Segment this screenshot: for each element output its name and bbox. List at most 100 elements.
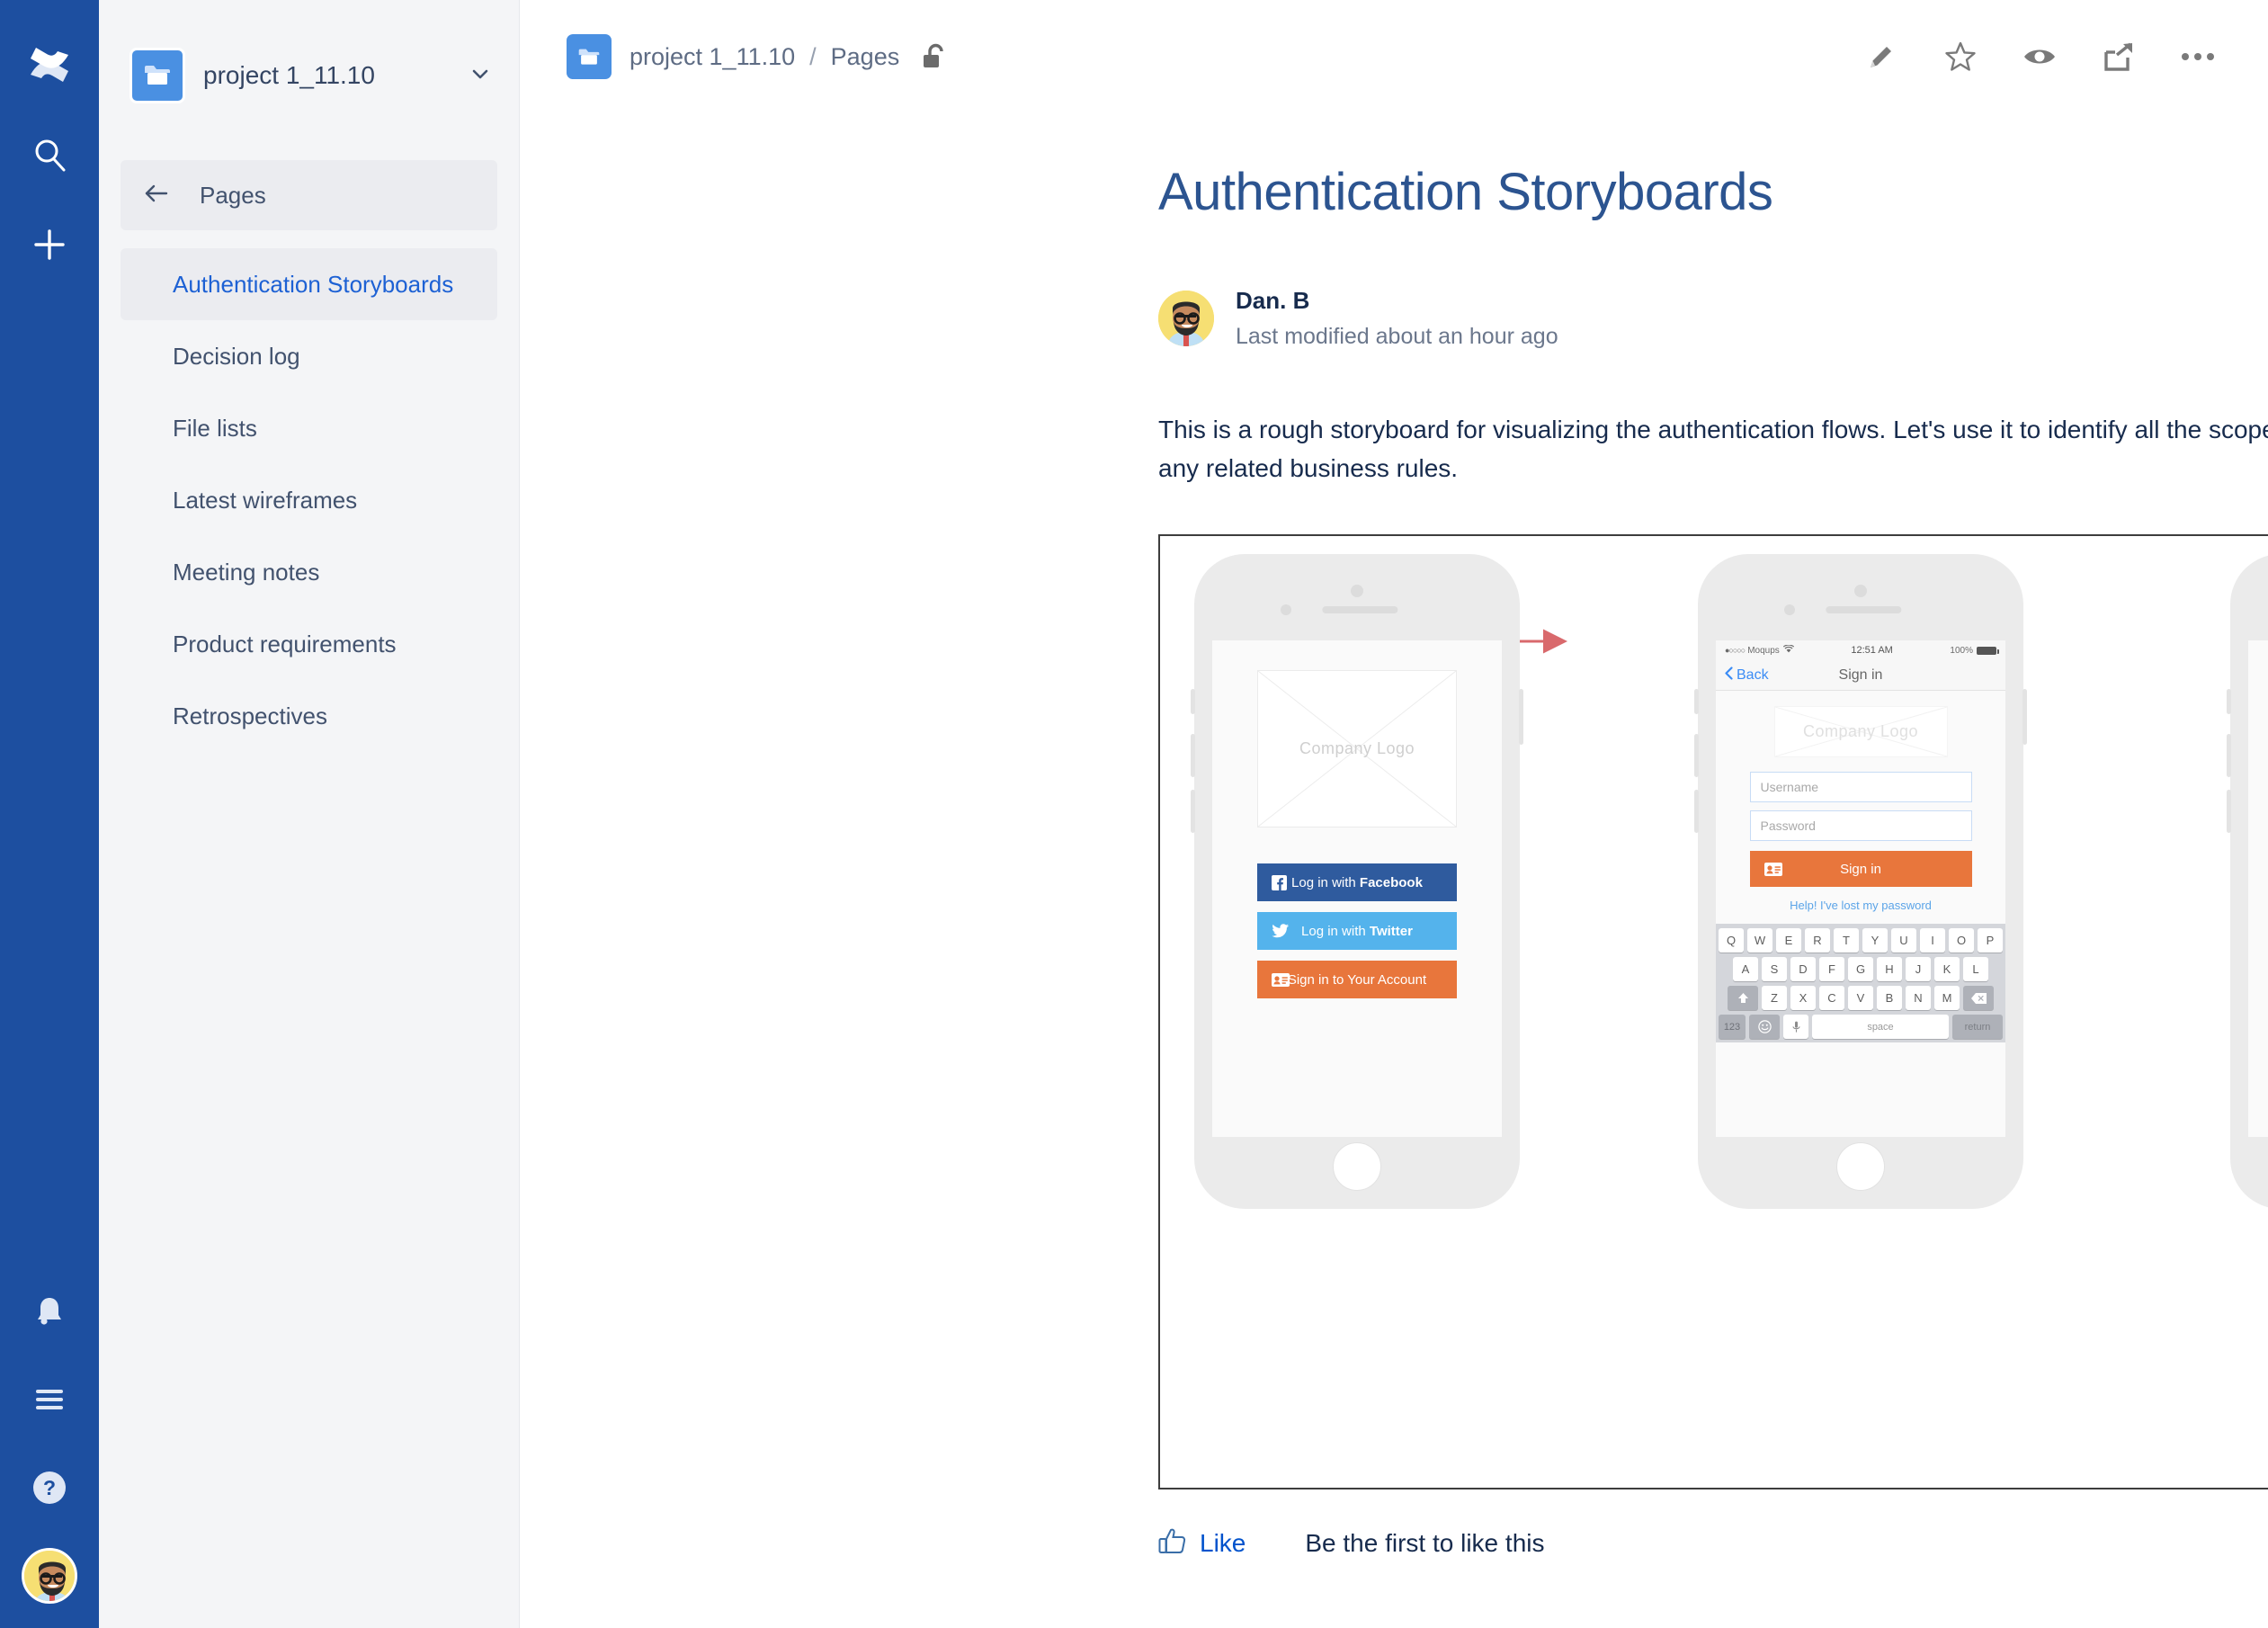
key-k[interactable]: K bbox=[1934, 957, 1960, 982]
create-icon[interactable] bbox=[17, 212, 82, 277]
pages-header-label: Pages bbox=[200, 181, 266, 209]
key-n[interactable]: N bbox=[1906, 986, 1931, 1011]
space-header[interactable]: project 1_11.10 bbox=[99, 0, 519, 113]
space-key[interactable]: space bbox=[1812, 1015, 1949, 1040]
key-e[interactable]: E bbox=[1776, 928, 1801, 953]
global-navigation-rail: ? bbox=[0, 0, 99, 1628]
microphone-icon[interactable] bbox=[1783, 1015, 1808, 1040]
page-byline: Dan. B Last modified about an hour ago bbox=[1158, 287, 2268, 350]
key-d[interactable]: D bbox=[1790, 957, 1816, 982]
sidebar-item-retrospectives[interactable]: Retrospectives bbox=[121, 680, 497, 752]
username-input[interactable]: Username bbox=[1749, 772, 1972, 803]
key-p[interactable]: P bbox=[1978, 928, 2003, 953]
backspace-icon[interactable] bbox=[1963, 986, 1994, 1011]
key-m[interactable]: M bbox=[1934, 986, 1960, 1011]
confluence-app: ? project 1_11.10 Pages Authentication S… bbox=[0, 0, 2268, 1628]
pages-back-header[interactable]: Pages bbox=[121, 160, 497, 230]
key-c[interactable]: C bbox=[1819, 986, 1844, 1011]
numbers-key[interactable]: 123 bbox=[1719, 1015, 1746, 1040]
like-button[interactable]: Like bbox=[1158, 1527, 1246, 1559]
login-twitter-button[interactable]: Log in with Twitter bbox=[1257, 912, 1457, 951]
confluence-logo-icon[interactable] bbox=[17, 32, 82, 97]
phone-volume-up-button bbox=[2227, 734, 2231, 778]
keyboard-row-1: Q W E R T Y U I O P bbox=[1719, 928, 2003, 953]
phone-camera-icon bbox=[1351, 585, 1363, 598]
like-count-note: Be the first to like this bbox=[1305, 1528, 1545, 1557]
breadcrumb-pages-link[interactable]: Pages bbox=[831, 43, 900, 71]
shift-icon[interactable] bbox=[1728, 986, 1758, 1011]
phone-volume-down-button bbox=[1191, 790, 1195, 834]
return-key[interactable]: return bbox=[1952, 1015, 2003, 1040]
sidebar-item-label: Retrospectives bbox=[173, 702, 327, 729]
author-name[interactable]: Dan. B bbox=[1236, 287, 1558, 315]
back-label: Back bbox=[1737, 666, 1769, 683]
key-q[interactable]: Q bbox=[1719, 928, 1744, 953]
signin-account-button[interactable]: Sign in to Your Account bbox=[1257, 961, 1457, 999]
sidebar-item-product-requirements[interactable]: Product requirements bbox=[121, 608, 497, 680]
lost-password-link[interactable]: Help! I've lost my password bbox=[1750, 899, 1972, 912]
space-name-label: project 1_11.10 bbox=[203, 61, 375, 89]
password-input[interactable]: Password bbox=[1749, 810, 1972, 842]
phone-volume-up-button bbox=[1694, 734, 1699, 778]
keyboard-row-4: 123 space return bbox=[1719, 1015, 2003, 1040]
rail-bottom-group: ? bbox=[0, 1279, 99, 1608]
key-l[interactable]: L bbox=[1963, 957, 1988, 982]
signin-submit-button[interactable]: Sign in bbox=[1749, 851, 1972, 888]
key-g[interactable]: G bbox=[1848, 957, 1873, 982]
ios-keyboard: Q W E R T Y U I O P A S D F G H J K L Z … bbox=[1716, 924, 2005, 1043]
help-icon[interactable]: ? bbox=[17, 1455, 82, 1520]
key-t[interactable]: T bbox=[1834, 928, 1859, 953]
phone-home-button bbox=[1333, 1142, 1381, 1192]
breadcrumb-space-icon[interactable] bbox=[567, 34, 612, 79]
space-sidebar: project 1_11.10 Pages Authentication Sto… bbox=[99, 0, 520, 1628]
notifications-bell-icon[interactable] bbox=[17, 1279, 82, 1344]
key-w[interactable]: W bbox=[1747, 928, 1772, 953]
phone-silent-switch bbox=[2227, 689, 2231, 715]
sidebar-item-authentication-storyboards[interactable]: Authentication Storyboards bbox=[121, 248, 497, 320]
profile-avatar[interactable] bbox=[17, 1543, 82, 1608]
storyboard-diagram: Sign in Products bbox=[1158, 534, 2268, 1490]
phone2-screen: ●○○○○ Moqups 12:51 AM 100% Back Sign in … bbox=[1716, 640, 2005, 1138]
thumbs-up-icon bbox=[1158, 1527, 1187, 1559]
key-z[interactable]: Z bbox=[1762, 986, 1787, 1011]
phone-mockup-login-options: Company Logo Log in with Facebook Log in… bbox=[1191, 554, 1523, 1210]
phone-camera-icon bbox=[1854, 585, 1867, 598]
sidebar-item-latest-wireframes[interactable]: Latest wireframes bbox=[121, 464, 497, 536]
breadcrumb-space-label[interactable]: project 1_11.10 bbox=[630, 43, 795, 71]
phone-power-button bbox=[1519, 689, 1523, 746]
sidebar-item-file-lists[interactable]: File lists bbox=[121, 392, 497, 464]
search-icon[interactable] bbox=[17, 122, 82, 187]
username-placeholder: Username bbox=[1760, 780, 1819, 795]
chevron-down-icon[interactable] bbox=[469, 62, 492, 90]
sidebar-item-label: File lists bbox=[173, 414, 257, 442]
svg-text:?: ? bbox=[43, 1476, 56, 1499]
key-h[interactable]: H bbox=[1877, 957, 1902, 982]
login-facebook-button[interactable]: Log in with Facebook bbox=[1257, 863, 1457, 902]
unlock-icon[interactable] bbox=[921, 42, 948, 71]
key-r[interactable]: R bbox=[1805, 928, 1830, 953]
key-u[interactable]: U bbox=[1891, 928, 1916, 953]
key-f[interactable]: F bbox=[1819, 957, 1844, 982]
phone-sensor-icon bbox=[1784, 604, 1795, 616]
key-o[interactable]: O bbox=[1949, 928, 1974, 953]
sidebar-item-meeting-notes[interactable]: Meeting notes bbox=[121, 536, 497, 608]
byline-text-group: Dan. B Last modified about an hour ago bbox=[1236, 287, 1558, 350]
key-j[interactable]: J bbox=[1906, 957, 1931, 982]
phone-sensor-icon bbox=[1281, 604, 1291, 616]
key-y[interactable]: Y bbox=[1862, 928, 1888, 953]
keyboard-row-2: A S D F G H J K L bbox=[1719, 957, 2003, 982]
author-avatar[interactable] bbox=[1158, 291, 1214, 346]
back-button[interactable]: Back bbox=[1725, 666, 1769, 684]
app-switcher-icon[interactable] bbox=[17, 1367, 82, 1432]
key-s[interactable]: S bbox=[1762, 957, 1787, 982]
key-v[interactable]: V bbox=[1848, 986, 1873, 1011]
key-i[interactable]: I bbox=[1920, 928, 1945, 953]
page-tree-list: Authentication Storyboards Decision log … bbox=[99, 248, 519, 752]
key-b[interactable]: B bbox=[1877, 986, 1902, 1011]
battery-percent-label: 100% bbox=[1950, 645, 1973, 656]
sidebar-item-decision-log[interactable]: Decision log bbox=[121, 320, 497, 392]
phone-silent-switch bbox=[1694, 689, 1699, 715]
key-x[interactable]: X bbox=[1790, 986, 1816, 1011]
emoji-icon[interactable] bbox=[1749, 1015, 1780, 1040]
key-a[interactable]: A bbox=[1733, 957, 1758, 982]
